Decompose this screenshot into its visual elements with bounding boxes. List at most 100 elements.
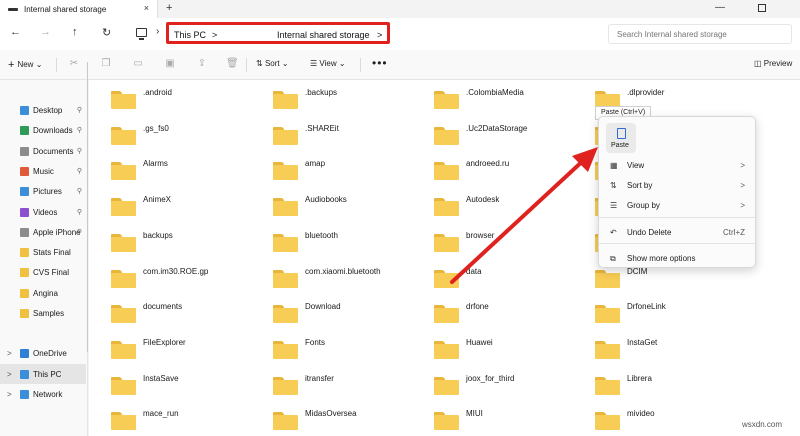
- folder-item[interactable]: Autodesk: [434, 192, 584, 228]
- folder-item[interactable]: androeed.ru: [434, 156, 584, 192]
- cut-icon[interactable]: ✂: [68, 58, 80, 70]
- expand-chevron-icon[interactable]: >: [7, 370, 12, 379]
- folder-item[interactable]: InstaSave: [111, 371, 261, 407]
- folder-item[interactable]: itransfer: [273, 371, 423, 407]
- preview-button[interactable]: ◫ Preview: [754, 59, 792, 68]
- folder-item[interactable]: .SHAREit: [273, 121, 423, 157]
- folder-item[interactable]: Fonts: [273, 335, 423, 371]
- share-icon[interactable]: ⇪: [196, 58, 208, 70]
- new-tab-button[interactable]: +: [166, 2, 172, 14]
- search-input[interactable]: [617, 30, 783, 39]
- folder-icon: [273, 412, 298, 431]
- up-arrow-icon[interactable]: ↑: [72, 26, 78, 38]
- folder-item[interactable]: DCIM: [595, 264, 745, 300]
- folder-item[interactable]: Huawei: [434, 335, 584, 371]
- breadcrumb-separator[interactable]: >: [212, 30, 217, 40]
- sort-button[interactable]: ⇅ Sort ⌄: [256, 59, 289, 68]
- sidebar-item-stats-final[interactable]: Stats Final: [0, 242, 86, 262]
- menu-item-undo-delete[interactable]: ↶ Undo Delete Ctrl+Z: [599, 222, 755, 242]
- paste-toolbar-icon[interactable]: ▣: [164, 58, 176, 70]
- minimize-button[interactable]: —: [715, 2, 725, 13]
- expand-chevron-icon[interactable]: >: [7, 390, 12, 399]
- folder-item[interactable]: bluetooth: [273, 228, 423, 264]
- close-tab-icon[interactable]: ×: [144, 3, 149, 13]
- sidebar-item-apple-iphone[interactable]: Apple iPhone ⚲: [0, 222, 86, 242]
- folder-item[interactable]: AnimeX: [111, 192, 261, 228]
- paste-button[interactable]: Paste: [606, 123, 636, 153]
- view-icon: ☰: [310, 59, 320, 68]
- sidebar-item-cvs-final[interactable]: CVS Final: [0, 262, 86, 282]
- folder-item[interactable]: browser: [434, 228, 584, 264]
- folder-item[interactable]: joox_for_third: [434, 371, 584, 407]
- refresh-icon[interactable]: ↻: [102, 26, 111, 39]
- sidebar-item-desktop[interactable]: Desktop ⚲: [0, 100, 86, 120]
- sidebar-item-network[interactable]: > Network: [0, 384, 86, 404]
- sidebar-item-pictures[interactable]: Pictures ⚲: [0, 181, 86, 201]
- toolbar-divider: [56, 58, 57, 72]
- menu-item-view[interactable]: ▦ View >: [599, 155, 755, 175]
- menu-item-group-by[interactable]: ☰ Group by >: [599, 195, 755, 215]
- folder-item[interactable]: Alarms: [111, 156, 261, 192]
- sidebar-item-this-pc[interactable]: > This PC: [0, 364, 86, 384]
- sidebar-scrollbar[interactable]: [87, 62, 88, 352]
- search-box[interactable]: [608, 24, 792, 44]
- folder-item[interactable]: DrfoneLink: [595, 299, 745, 335]
- breadcrumb[interactable]: This PC > Internal shared storage >: [166, 22, 390, 44]
- sidebar-item-videos[interactable]: Videos ⚲: [0, 202, 86, 222]
- folder-icon: [595, 340, 620, 359]
- folder-body: [111, 129, 136, 145]
- folder-item[interactable]: InstaGet: [595, 335, 745, 371]
- view-button[interactable]: ☰ View ⌄: [310, 59, 346, 68]
- rename-icon[interactable]: ▭: [132, 58, 144, 70]
- folder-item[interactable]: mace_run: [111, 406, 261, 436]
- folder-icon: [595, 376, 620, 395]
- delete-icon[interactable]: 🗑: [226, 58, 239, 70]
- sidebar-item-documents[interactable]: Documents ⚲: [0, 141, 86, 161]
- sidebar-item-samples[interactable]: Samples: [0, 303, 86, 323]
- copy-icon[interactable]: ❐: [100, 58, 112, 70]
- maximize-button[interactable]: [758, 4, 766, 12]
- menu-item-show-more-options[interactable]: ⧉ Show more options: [599, 248, 755, 268]
- breadcrumb-separator[interactable]: >: [377, 30, 382, 40]
- back-arrow-icon[interactable]: ←: [10, 26, 21, 38]
- folder-icon: [20, 247, 29, 257]
- forward-arrow-icon[interactable]: →: [40, 26, 51, 38]
- more-options-button[interactable]: •••: [372, 56, 388, 70]
- folder-item[interactable]: FileExplorer: [111, 335, 261, 371]
- new-button[interactable]: + New ⌄: [8, 59, 42, 71]
- folder-item[interactable]: Download: [273, 299, 423, 335]
- folder-item[interactable]: data: [434, 264, 584, 300]
- folder-icon: [111, 233, 136, 252]
- folder-item[interactable]: amap: [273, 156, 423, 192]
- folder-item[interactable]: MidasOversea: [273, 406, 423, 436]
- folder-item[interactable]: com.im30.ROE.gp: [111, 264, 261, 300]
- sidebar-item-angina[interactable]: Angina: [0, 283, 86, 303]
- breadcrumb-this-pc[interactable]: This PC: [174, 30, 206, 40]
- folder-item[interactable]: mivideo: [595, 406, 745, 436]
- expand-chevron-icon[interactable]: >: [7, 349, 12, 358]
- folder-item[interactable]: drfone: [434, 299, 584, 335]
- folder-item[interactable]: MIUI: [434, 406, 584, 436]
- menu-item-label: Sort by: [627, 180, 653, 190]
- folder-item[interactable]: documents: [111, 299, 261, 335]
- folder-item[interactable]: .Uc2DataStorage: [434, 121, 584, 157]
- folder-item[interactable]: com.xiaomi.bluetooth: [273, 264, 423, 300]
- folder-item[interactable]: .gs_fs0: [111, 121, 261, 157]
- computer-icon[interactable]: [136, 28, 147, 40]
- sidebar-item-music[interactable]: Music ⚲: [0, 161, 86, 181]
- folder-item[interactable]: .ColombiaMedia: [434, 85, 584, 121]
- menu-item-sort-by[interactable]: ⇅ Sort by >: [599, 175, 755, 195]
- sidebar-item-onedrive[interactable]: > OneDrive: [0, 343, 86, 363]
- breadcrumb-internal-shared-storage[interactable]: Internal shared storage: [277, 30, 370, 40]
- documents-icon: [20, 146, 29, 156]
- folder-item[interactable]: backups: [111, 228, 261, 264]
- breadcrumb-chevron-icon[interactable]: ›: [156, 26, 159, 37]
- folder-item[interactable]: Audiobooks: [273, 192, 423, 228]
- tab-internal-shared-storage[interactable]: Internal shared storage ×: [0, 0, 158, 18]
- folder-item[interactable]: .backups: [273, 85, 423, 121]
- folder-body: [273, 236, 298, 252]
- sidebar-item-downloads[interactable]: Downloads ⚲: [0, 120, 86, 140]
- folder-item[interactable]: .android: [111, 85, 261, 121]
- folder-item[interactable]: Librera: [595, 371, 745, 407]
- submenu-chevron-icon: >: [740, 200, 745, 210]
